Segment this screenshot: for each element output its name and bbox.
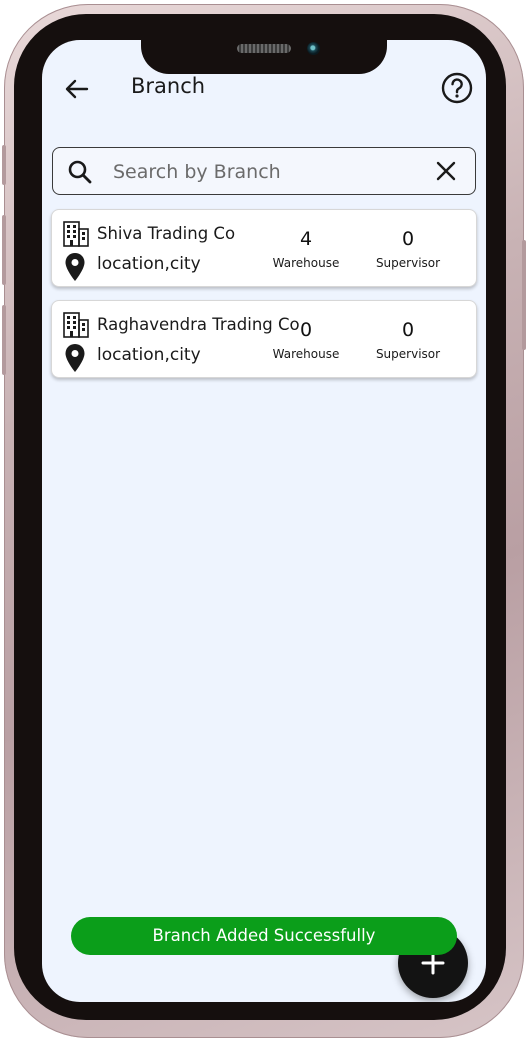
warehouse-count: 0 (299, 319, 313, 341)
search-input[interactable] (111, 157, 415, 187)
branch-card[interactable]: Raghavendra Trading Co location,city 0 W… (51, 300, 477, 378)
warehouse-stat: 0 Warehouse (261, 319, 351, 361)
supervisor-label: Supervisor (375, 256, 441, 270)
search-icon (68, 160, 92, 184)
help-circle-icon (441, 72, 473, 104)
supervisor-stat: 0 Supervisor (363, 319, 453, 361)
phone-side-button-right (522, 240, 526, 350)
speaker-grille (237, 44, 291, 53)
warehouse-stat: 4 Warehouse (261, 228, 351, 270)
phone-side-button-left-2 (2, 215, 6, 285)
building-icon (63, 312, 89, 338)
arrow-left-icon (65, 79, 89, 99)
branch-card[interactable]: Shiva Trading Co location,city 4 Warehou… (51, 209, 477, 287)
close-icon (436, 161, 456, 181)
clear-search-button[interactable] (433, 158, 459, 184)
help-button[interactable] (440, 71, 474, 105)
search-box (52, 147, 476, 195)
warehouse-label: Warehouse (272, 347, 340, 361)
phone-notch (141, 38, 387, 74)
supervisor-count: 0 (401, 319, 415, 341)
supervisor-label: Supervisor (375, 347, 441, 361)
branch-name: Shiva Trading Co (97, 224, 236, 243)
location-pin-icon (65, 344, 85, 372)
branch-location: location,city (97, 345, 201, 365)
warehouse-label: Warehouse (272, 256, 340, 270)
warehouse-count: 4 (299, 228, 313, 250)
location-pin-icon (65, 253, 85, 281)
front-camera (307, 42, 320, 55)
building-icon (63, 221, 89, 247)
success-toast: Branch Added Successfully (71, 917, 457, 955)
app-screen: Branch Search by Branch Shiva Trading Co… (42, 40, 486, 1002)
phone-side-button-left-3 (2, 305, 6, 375)
phone-side-button-left-1 (2, 145, 6, 185)
back-button[interactable] (62, 74, 92, 104)
supervisor-count: 0 (401, 228, 415, 250)
page-title: Branch (131, 74, 206, 98)
supervisor-stat: 0 Supervisor (363, 228, 453, 270)
branch-location: location,city (97, 254, 201, 274)
